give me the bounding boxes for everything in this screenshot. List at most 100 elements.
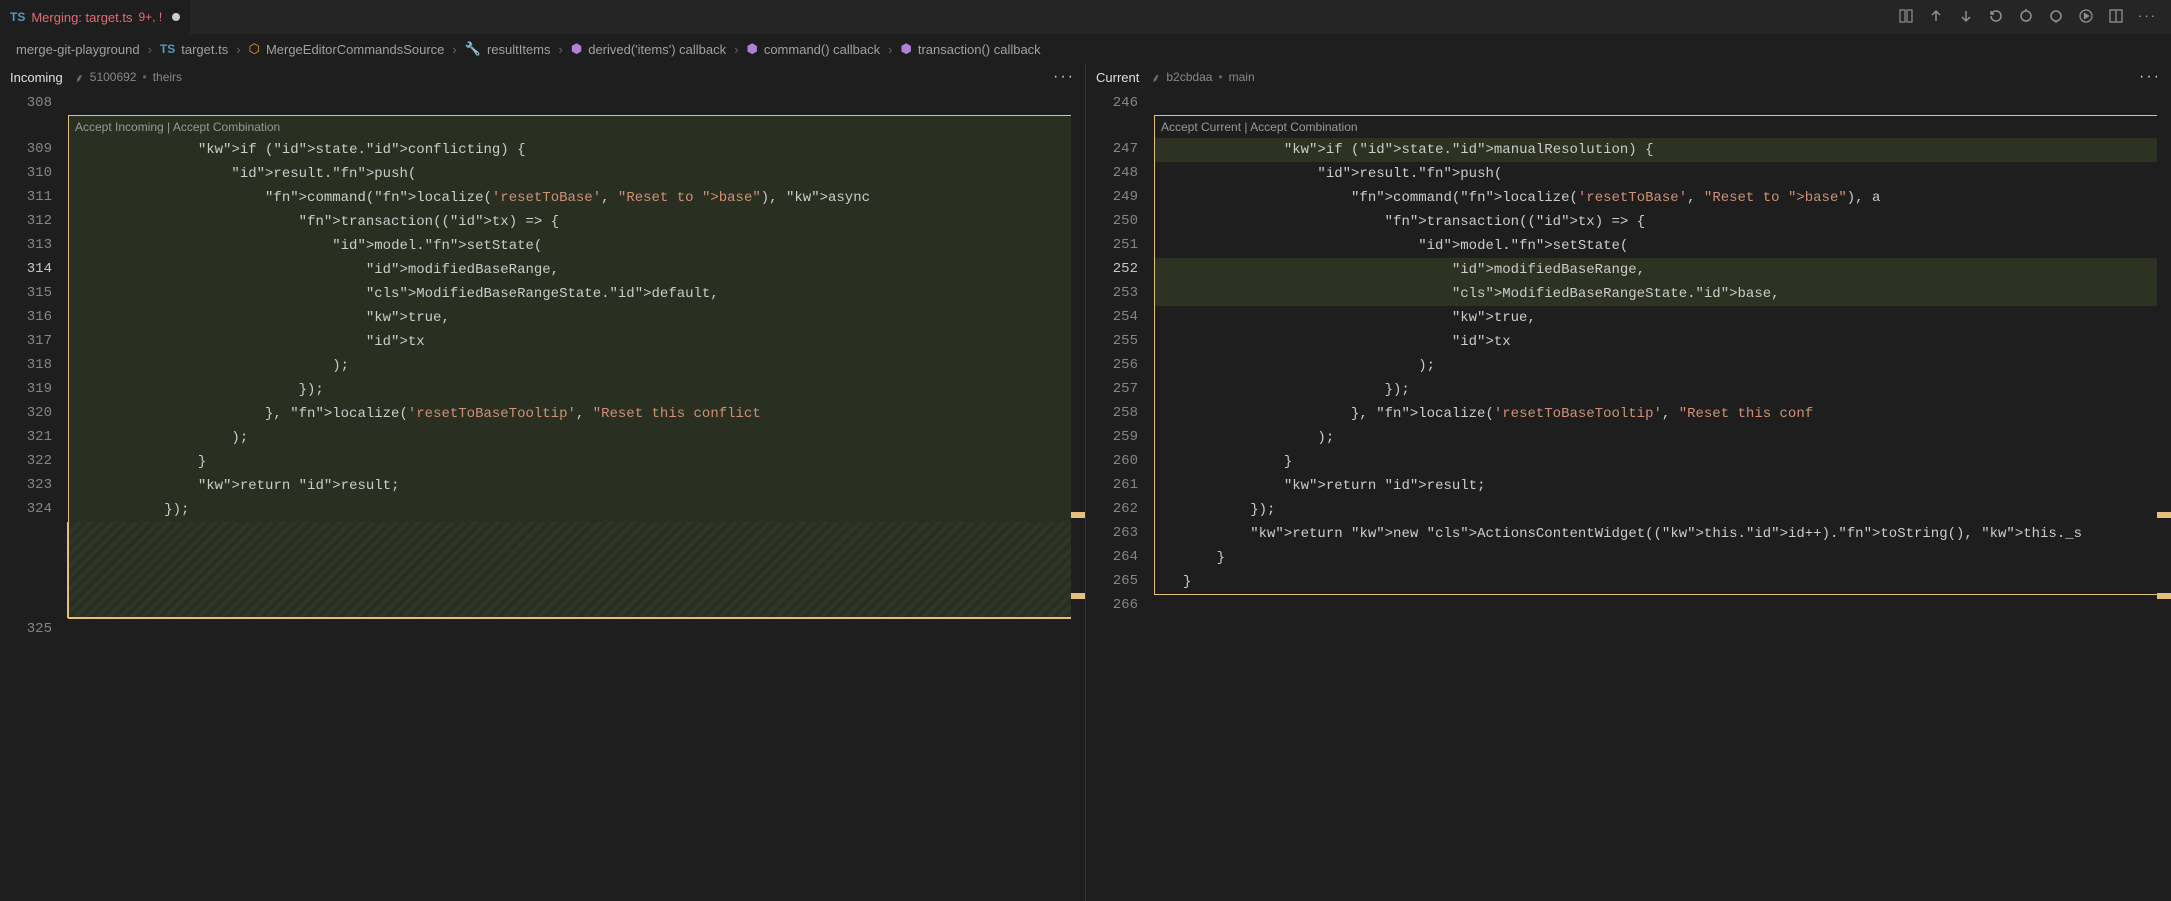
line-number-gutter: 3083093103113123133143153163173183193203… [0, 91, 70, 641]
pane-title: Incoming [10, 70, 63, 85]
chevron-right-icon: › [148, 42, 152, 57]
incoming-header: Incoming ⸙ 5100692 • theirs ··· [0, 63, 1085, 91]
code-line[interactable]: ); [69, 426, 1084, 450]
tab-title: Merging: target.ts [31, 10, 132, 25]
code-line[interactable]: ); [1155, 354, 2170, 378]
code-line[interactable]: "fn">command("fn">localize('resetToBase'… [1155, 186, 2170, 210]
editor-tab[interactable]: TS Merging: target.ts 9+, ! [0, 0, 190, 35]
code-line[interactable]: "kw">return "id">result; [1155, 474, 2170, 498]
breadcrumb-callback[interactable]: ⬢derived('items') callback [571, 41, 726, 57]
tab-actions: ··· [1898, 8, 2171, 27]
current-editor[interactable]: 2462472482492502512522532542552562572582… [1086, 91, 2171, 901]
next-change-icon[interactable] [2048, 8, 2064, 27]
code-line[interactable]: "id">result."fn">push( [69, 162, 1084, 186]
prev-change-icon[interactable] [2018, 8, 2034, 27]
typescript-icon: TS [160, 42, 175, 56]
code-line[interactable]: "id">model."fn">setState( [1155, 234, 2170, 258]
tab-bar: TS Merging: target.ts 9+, ! ··· [0, 0, 2171, 35]
compare-changes-icon[interactable] [1898, 8, 1914, 27]
code-line[interactable]: "id">modifiedBaseRange, [69, 258, 1084, 282]
separator: • [1218, 70, 1222, 84]
symbol-method-icon: ⬢ [571, 41, 582, 57]
code-line[interactable]: } [1155, 546, 2170, 570]
code-line[interactable]: }); [69, 378, 1084, 402]
symbol-field-icon: 🔧 [465, 41, 481, 57]
overview-ruler[interactable] [1071, 91, 1085, 901]
code-line[interactable]: "kw">return "kw">new "cls">ActionsConten… [1155, 522, 2170, 546]
code-line[interactable]: "fn">transaction(("id">tx) => { [1155, 210, 2170, 234]
commit-hash: 5100692 [90, 70, 137, 84]
codelens-action[interactable]: Accept Current [1161, 120, 1241, 134]
current-header: Current ⸙ b2cbdaa • main ··· [1086, 63, 2171, 91]
chevron-right-icon: › [236, 42, 240, 57]
chevron-right-icon: › [559, 42, 563, 57]
code-line[interactable]: "cls">ModifiedBaseRangeState."id">base, [1155, 282, 2170, 306]
code-line[interactable]: ); [69, 354, 1084, 378]
breadcrumbs: merge-git-playground › TStarget.ts › ⬡Me… [0, 35, 2171, 63]
codelens-action[interactable]: Accept Combination [1250, 120, 1357, 134]
code-line[interactable]: } [1155, 570, 2170, 594]
incoming-editor[interactable]: 3083093103113123133143153163173183193203… [0, 91, 1085, 901]
arrow-up-icon[interactable] [1928, 8, 1944, 27]
tab-badge: 9+, ! [139, 10, 163, 24]
code-line[interactable]: "cls">ModifiedBaseRangeState."id">defaul… [69, 282, 1084, 306]
incoming-pane: Incoming ⸙ 5100692 • theirs ··· 30830931… [0, 63, 1086, 901]
chevron-right-icon: › [888, 42, 892, 57]
codelens-bar: Accept Current | Accept Combination [1155, 116, 2170, 138]
code-line[interactable]: "id">tx [1155, 330, 2170, 354]
code-line[interactable]: "id">modifiedBaseRange, [1155, 258, 2170, 282]
codelens-action[interactable]: Accept Incoming [75, 120, 164, 134]
more-actions-icon[interactable]: ··· [2138, 8, 2157, 27]
run-icon[interactable] [2078, 8, 2094, 27]
code-line[interactable]: "kw">true, [69, 306, 1084, 330]
code-line[interactable]: "id">result."fn">push( [1155, 162, 2170, 186]
code-line[interactable]: "id">tx [69, 330, 1084, 354]
current-pane: Current ⸙ b2cbdaa • main ··· 24624724824… [1086, 63, 2171, 901]
code-line[interactable]: "kw">return "id">result; [69, 474, 1084, 498]
chevron-right-icon: › [452, 42, 456, 57]
breadcrumb-field[interactable]: 🔧resultItems [465, 41, 551, 57]
code-line[interactable]: "fn">transaction(("id">tx) => { [69, 210, 1084, 234]
code-content[interactable]: Accept Current | Accept Combination "kw"… [1156, 91, 2171, 619]
code-content[interactable]: Accept Incoming | Accept Combination "kw… [70, 91, 1085, 643]
code-line[interactable]: "fn">command("fn">localize('resetToBase'… [69, 186, 1084, 210]
code-line[interactable]: "kw">true, [1155, 306, 2170, 330]
symbol-method-icon: ⬢ [901, 41, 912, 57]
arrow-down-icon[interactable] [1958, 8, 1974, 27]
git-commit-icon: ⸙ [1151, 69, 1160, 86]
code-line[interactable]: }, "fn">localize('resetToBaseTooltip', "… [1155, 402, 2170, 426]
breadcrumb-callback[interactable]: ⬢transaction() callback [901, 41, 1041, 57]
breadcrumb-folder[interactable]: merge-git-playground [16, 42, 140, 57]
commit-hash: b2cbdaa [1166, 70, 1212, 84]
breadcrumb-callback[interactable]: ⬢command() callback [746, 41, 880, 57]
code-line[interactable]: }); [1155, 498, 2170, 522]
symbol-method-icon: ⬢ [746, 41, 757, 57]
codelens-bar: Accept Incoming | Accept Combination [69, 116, 1084, 138]
code-line[interactable]: ); [1155, 426, 2170, 450]
more-actions-icon[interactable]: ··· [1053, 68, 1075, 86]
overview-ruler[interactable] [2157, 91, 2171, 901]
commit-info[interactable]: ⸙ 5100692 • theirs [75, 69, 182, 86]
code-line[interactable]: } [1155, 450, 2170, 474]
code-line[interactable]: }, "fn">localize('resetToBaseTooltip', "… [69, 402, 1084, 426]
code-line[interactable]: }); [1155, 378, 2170, 402]
code-line[interactable]: "kw">if ("id">state."id">manualResolutio… [1155, 138, 2170, 162]
breadcrumb-file[interactable]: TStarget.ts [160, 42, 228, 57]
more-actions-icon[interactable]: ··· [2139, 68, 2161, 86]
pane-title: Current [1096, 70, 1139, 85]
merge-split-view: Incoming ⸙ 5100692 • theirs ··· 30830931… [0, 63, 2171, 901]
symbol-class-icon: ⬡ [249, 41, 260, 57]
code-line[interactable]: } [69, 450, 1084, 474]
conflict-region: Accept Current | Accept Combination "kw"… [1154, 115, 2171, 595]
split-layout-icon[interactable] [2108, 8, 2124, 27]
code-line[interactable]: "kw">if ("id">state."id">conflicting) { [69, 138, 1084, 162]
commit-info[interactable]: ⸙ b2cbdaa • main [1151, 69, 1254, 86]
code-line[interactable]: "id">model."fn">setState( [69, 234, 1084, 258]
separator: • [142, 70, 146, 84]
code-line[interactable]: }); [69, 498, 1084, 522]
chevron-right-icon: › [734, 42, 738, 57]
breadcrumb-class[interactable]: ⬡MergeEditorCommandsSource [249, 41, 445, 57]
discard-icon[interactable] [1988, 8, 2004, 27]
codelens-action[interactable]: Accept Combination [173, 120, 280, 134]
typescript-icon: TS [10, 10, 25, 24]
